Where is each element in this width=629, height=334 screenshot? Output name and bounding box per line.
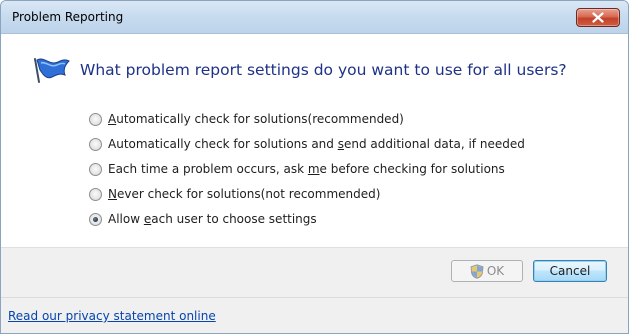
ok-button-label: OK	[486, 264, 505, 278]
button-row: OK Cancel	[451, 260, 607, 282]
option-label: Never check for solutions(not recommende…	[108, 187, 381, 201]
flag-icon	[34, 58, 70, 83]
cancel-button[interactable]: Cancel	[533, 260, 607, 282]
cancel-button-label: Cancel	[549, 264, 591, 278]
option-label: Automatically check for solutions(recomm…	[108, 112, 404, 126]
dialog-question: What problem report settings do you want…	[80, 61, 567, 79]
window-title: Problem Reporting	[12, 10, 124, 24]
option-ask-me-each-time[interactable]: Each time a problem occurs, ask me befor…	[89, 159, 525, 179]
radio-button[interactable]	[89, 137, 102, 151]
option-auto-check-solutions[interactable]: Automatically check for solutions(recomm…	[89, 109, 525, 129]
problem-reporting-dialog: Problem Reporting What problem report se…	[0, 0, 629, 334]
dialog-header: What problem report settings do you want…	[32, 55, 567, 85]
radio-button-selected[interactable]	[89, 212, 102, 226]
option-label: Automatically check for solutions and se…	[108, 137, 525, 151]
footer-divider	[1, 297, 628, 298]
close-icon	[592, 12, 604, 23]
option-never-check[interactable]: Never check for solutions(not recommende…	[89, 184, 525, 204]
radio-button[interactable]	[89, 112, 102, 126]
dialog-footer: OK Cancel Read our privacy statement onl…	[1, 247, 628, 333]
option-allow-each-user[interactable]: Allow each user to choose settings	[89, 209, 525, 229]
title-bar[interactable]: Problem Reporting	[1, 1, 628, 34]
radio-button[interactable]	[89, 187, 102, 201]
option-label: Each time a problem occurs, ask me befor…	[108, 162, 505, 176]
radio-button[interactable]	[89, 162, 102, 176]
uac-shield-icon	[470, 263, 484, 279]
settings-radio-group: Automatically check for solutions(recomm…	[89, 109, 525, 234]
close-button[interactable]	[576, 8, 620, 27]
option-auto-check-and-send-data[interactable]: Automatically check for solutions and se…	[89, 134, 525, 154]
option-label: Allow each user to choose settings	[108, 212, 317, 226]
ok-button[interactable]: OK	[451, 260, 523, 282]
privacy-statement-link[interactable]: Read our privacy statement online	[8, 309, 216, 323]
